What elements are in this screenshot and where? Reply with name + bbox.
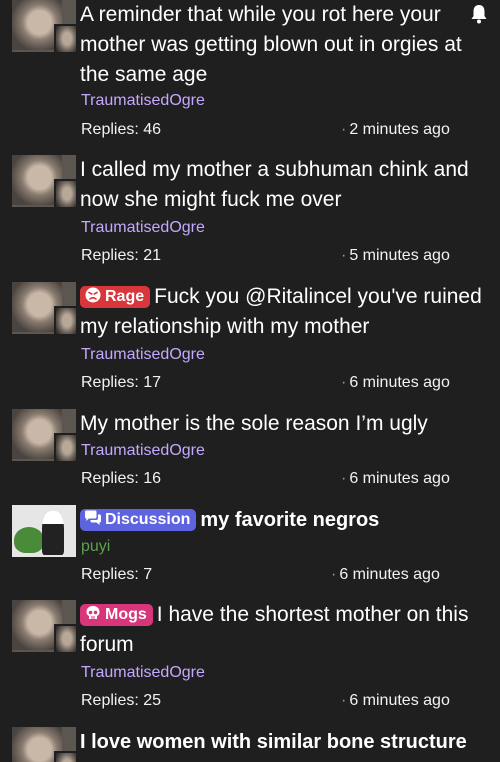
thread-title[interactable]: Mogs I have the shortest mother on this f…: [80, 600, 470, 660]
thread-author[interactable]: TraumatisedOgre: [81, 92, 205, 110]
thread-item[interactable]: I called my mother a subhuman chink and …: [0, 155, 500, 275]
avatar[interactable]: [12, 409, 76, 461]
tag-label: Mogs: [105, 606, 147, 623]
avatar-photo-inset: [54, 179, 76, 207]
avatar[interactable]: [12, 0, 76, 52]
thread-item[interactable]: My mother is the sole reason I’m ugly Tr…: [0, 409, 500, 499]
thread-author[interactable]: TraumatisedOgre: [81, 346, 205, 364]
reply-count: Replies: 16: [81, 470, 162, 487]
timestamp: 6 minutes ago: [341, 374, 450, 392]
avatar-frog-drawing: [14, 527, 44, 553]
tag-label: Discussion: [105, 511, 191, 528]
avatar[interactable]: [12, 727, 76, 762]
reply-count: Replies: 7: [81, 566, 153, 583]
tag-discussion[interactable]: Discussion: [80, 509, 197, 531]
thread-item[interactable]: I love women with similar bone structure: [0, 727, 500, 762]
tag-rage[interactable]: Rage: [80, 286, 151, 308]
avatar-figure-drawing: [42, 511, 64, 555]
avatar[interactable]: [12, 600, 76, 652]
thread-title[interactable]: A reminder that while you rot here your …: [80, 0, 472, 90]
reply-count: Replies: 46: [81, 121, 162, 138]
thread-title[interactable]: I love women with similar bone structure: [80, 727, 490, 757]
avatar-photo-inset: [54, 433, 76, 461]
reply-count: Replies: 17: [81, 374, 162, 391]
thread-item[interactable]: A reminder that while you rot here your …: [0, 0, 500, 150]
avatar[interactable]: [12, 155, 76, 207]
chat-bubbles-icon: [84, 509, 102, 531]
thread-author[interactable]: TraumatisedOgre: [81, 442, 205, 460]
avatar-photo-inset: [54, 24, 76, 52]
thread-title[interactable]: Discussion my favorite negros: [80, 505, 488, 535]
thread-title-text: my favorite negros: [200, 509, 380, 531]
avatar-photo-inset: [54, 751, 76, 762]
tag-mogs[interactable]: Mogs: [80, 604, 153, 626]
avatar-photo-inset: [54, 306, 76, 334]
avatar-photo-inset: [54, 624, 76, 652]
reply-count: Replies: 25: [81, 692, 162, 709]
timestamp: 6 minutes ago: [341, 692, 450, 710]
timestamp: 5 minutes ago: [341, 247, 450, 265]
reply-count: Replies: 21: [81, 247, 162, 264]
thread-item[interactable]: Mogs I have the shortest mother on this f…: [0, 600, 500, 720]
thread-item[interactable]: Discussion my favorite negros puyi Replie…: [0, 505, 500, 595]
thread-author[interactable]: TraumatisedOgre: [81, 219, 205, 237]
thread-title[interactable]: I called my mother a subhuman chink and …: [80, 155, 488, 215]
timestamp: 6 minutes ago: [331, 566, 440, 584]
thread-item[interactable]: Rage Fuck you @Ritalincel you've ruined m…: [0, 282, 500, 402]
timestamp: 6 minutes ago: [341, 470, 450, 488]
avatar[interactable]: [12, 505, 76, 557]
skull-icon: [84, 604, 102, 626]
thread-title[interactable]: Rage Fuck you @Ritalincel you've ruined m…: [80, 282, 488, 342]
avatar[interactable]: [12, 282, 76, 334]
tag-label: Rage: [105, 288, 145, 305]
thread-author[interactable]: TraumatisedOgre: [81, 664, 205, 682]
thread-title[interactable]: My mother is the sole reason I’m ugly: [80, 409, 488, 439]
angry-face-icon: [84, 286, 102, 308]
timestamp: 2 minutes ago: [341, 121, 450, 139]
thread-author[interactable]: puyi: [81, 538, 110, 556]
